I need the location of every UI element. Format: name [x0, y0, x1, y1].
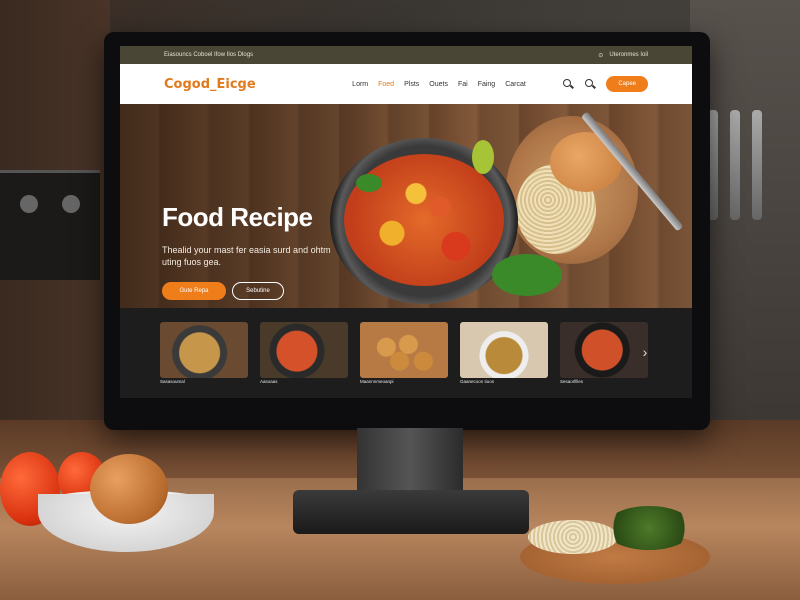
header-actions: Capee [562, 76, 648, 92]
recipe-card[interactable]: Sasasoumal [160, 322, 248, 384]
herb-garnish [492, 254, 562, 296]
nav-link[interactable]: Fai [458, 81, 468, 88]
nav-link[interactable]: Lorm [352, 81, 368, 88]
monitor-stand-base [293, 490, 529, 534]
hanging-utensil [752, 110, 762, 220]
recipe-thumbnail [160, 322, 248, 378]
recipe-card[interactable]: Maannnmeoanpi [360, 322, 448, 384]
hanging-utensil [730, 110, 740, 220]
search-icon[interactable] [562, 78, 575, 90]
chevron-right-icon[interactable]: › [638, 344, 652, 360]
nav-link[interactable]: Plsts [404, 81, 419, 88]
utility-bar: Eiasouncs Coboel Ifow Ilos Dlogs ⊙ Utero… [120, 46, 692, 64]
hero-primary-button[interactable]: Gute Repa [162, 282, 226, 300]
oven [0, 170, 100, 280]
nav-link[interactable]: Faing [478, 81, 496, 88]
header-cta-button[interactable]: Capee [606, 76, 648, 92]
search-icon[interactable] [584, 78, 597, 90]
recipe-carousel: Sasasoumal Aasoaas Maannnmeoanpi Gaaneco… [120, 308, 692, 398]
hero-buttons: Gute Repa Sebutine [162, 282, 284, 300]
oven-knob [62, 195, 80, 213]
recipe-thumbnail [260, 322, 348, 378]
recipe-caption: Gaanecoon tiuos [460, 379, 495, 384]
recipe-card[interactable]: Aasoaas [260, 322, 348, 384]
site-logo[interactable]: Cogod_Eicge [164, 77, 256, 92]
recipe-thumbnail [560, 322, 648, 378]
globe-icon[interactable]: ⊙ [598, 52, 603, 59]
utility-bar-right-text[interactable]: Uteronmes Ioil [609, 52, 648, 58]
mango [90, 454, 168, 524]
hero-secondary-button[interactable]: Sebutine [232, 282, 284, 300]
hero-banner: Food Recipe Thealid your mast fer easia … [120, 104, 692, 308]
herb-garnish [356, 174, 382, 192]
oven-knob [20, 195, 38, 213]
recipe-thumbnail [460, 322, 548, 378]
recipe-card[interactable]: Sesaorlllles [560, 322, 648, 384]
recipe-caption: Sesaorlllles [560, 379, 584, 384]
utility-bar-text: Eiasouncs Coboel Ifow Ilos Dlogs [164, 52, 254, 58]
monitor-stand-neck [357, 428, 463, 498]
recipe-card[interactable]: Gaanecoon tiuos [460, 322, 548, 384]
nav-link[interactable]: Ouets [429, 81, 448, 88]
lime-garnish [472, 140, 494, 174]
hero-title: Food Recipe [162, 202, 313, 232]
hero-subtitle: Thealid your mast fer easia surd and oht… [162, 245, 331, 267]
utility-bar-right: ⊙ Uteronmes Ioil [598, 52, 648, 59]
main-nav: Lorm Foed Plsts Ouets Fai Faing Carcat [352, 81, 526, 88]
recipe-caption: Sasasoumal [160, 379, 185, 384]
recipe-caption: Aasoaas [260, 379, 278, 384]
monitor-screen: Eiasouncs Coboel Ifow Ilos Dlogs ⊙ Utero… [120, 46, 692, 398]
nav-link[interactable]: Carcat [505, 81, 526, 88]
dill-herb [604, 506, 694, 550]
recipe-caption: Maannnmeoanpi [360, 379, 394, 384]
recipe-thumbnail [360, 322, 448, 378]
site-header: Cogod_Eicge Lorm Foed Plsts Ouets Fai Fa… [120, 64, 692, 104]
nav-link-active[interactable]: Foed [378, 81, 394, 88]
